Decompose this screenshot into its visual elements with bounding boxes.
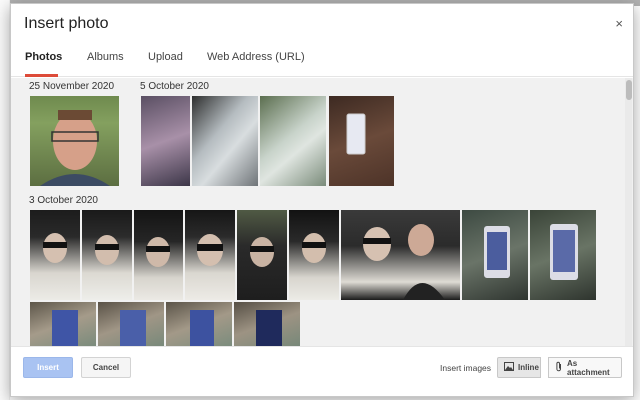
attachment-label: As attachment — [567, 358, 610, 377]
inline-toggle[interactable]: Inline — [497, 357, 541, 378]
photo-thumbnail[interactable] — [141, 96, 190, 186]
tab-albums[interactable]: Albums — [87, 51, 124, 77]
tab-photos[interactable]: Photos — [25, 51, 62, 77]
photo-thumbnail[interactable] — [329, 96, 394, 186]
tab-upload[interactable]: Upload — [148, 51, 183, 77]
photo-thumbnail[interactable] — [30, 96, 119, 186]
insert-images-label: Insert images — [440, 363, 492, 373]
photo-thumbnail[interactable] — [185, 210, 235, 300]
insert-photo-dialog: Insert photo × Photos Albums Upload Web … — [10, 3, 634, 397]
close-icon[interactable]: × — [615, 16, 623, 31]
tab-web-address[interactable]: Web Address (URL) — [207, 51, 305, 77]
photo-thumbnail[interactable] — [341, 210, 460, 300]
photo-thumbnail[interactable] — [234, 302, 300, 346]
attachment-toggle[interactable]: As attachment — [548, 357, 622, 378]
dialog-title: Insert photo — [24, 15, 109, 32]
photo-thumbnail[interactable] — [166, 302, 232, 346]
insert-button[interactable]: Insert — [23, 357, 73, 378]
photo-thumbnail[interactable] — [289, 210, 339, 300]
photo-thumbnail[interactable] — [30, 302, 96, 346]
photo-thumbnail[interactable] — [530, 210, 596, 300]
photo-thumbnail[interactable] — [82, 210, 132, 300]
tab-bar: Photos Albums Upload Web Address (URL) — [11, 44, 633, 77]
scrollbar-thumb[interactable] — [626, 80, 632, 100]
group-date: 25 November 2020 — [29, 81, 115, 92]
photo-thumbnail[interactable] — [237, 210, 287, 300]
group-date: 3 October 2020 — [29, 195, 98, 206]
photo-grid: 25 November 2020 5 October 2020 3 Octobe… — [11, 78, 633, 346]
photo-thumbnail[interactable] — [260, 96, 326, 186]
inline-label: Inline — [518, 363, 539, 372]
image-icon — [504, 362, 514, 373]
scrollbar-track[interactable] — [625, 78, 632, 346]
cancel-button[interactable]: Cancel — [81, 357, 131, 378]
photo-thumbnail[interactable] — [192, 96, 258, 186]
photo-thumbnail[interactable] — [30, 210, 80, 300]
group-date: 5 October 2020 — [140, 81, 209, 92]
dialog-footer: Insert Cancel Insert images Inline As at… — [11, 346, 633, 396]
photo-thumbnail[interactable] — [98, 302, 164, 346]
photo-thumbnail[interactable] — [462, 210, 528, 300]
paperclip-icon — [555, 361, 563, 374]
photo-thumbnail[interactable] — [134, 210, 183, 300]
